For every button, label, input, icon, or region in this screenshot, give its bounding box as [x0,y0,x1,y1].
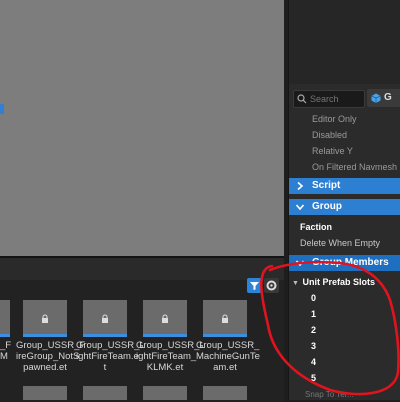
section-title: Script [312,180,341,191]
settings-button[interactable] [264,278,279,293]
chevron-down-icon [295,260,305,267]
slot-item[interactable]: 2 [311,325,316,335]
asset-tile[interactable] [83,386,127,400]
asset-tile[interactable]: Group_USSR_ MachineGunTe am.et [196,300,260,373]
search-icon [297,94,307,104]
prefab-button[interactable]: G [367,89,400,107]
lock-icon [162,314,168,323]
section-group[interactable]: Group [289,199,400,215]
lock-icon [222,314,228,323]
asset-thumbnail [203,300,247,337]
section-title: Group [312,201,342,212]
asset-thumbnail [143,300,187,337]
filter-icon [250,282,259,290]
asset-tile[interactable]: Group_USSR_F ireGroup_NotS pawned.et [16,300,86,373]
scene-viewport[interactable] [0,0,284,256]
slot-item[interactable]: 5 [311,373,316,383]
inspector-panel: G Editor Only Disabled Relative Y On Fil… [288,0,400,400]
asset-label: Group_USSR_L ightFireTeam.e t [76,340,145,373]
unit-prefab-slots-label: Unit Prefab Slots [302,277,376,287]
asset-tile[interactable]: Group_USSR_L ightFireTeam.e t [76,300,145,373]
search-input[interactable] [310,92,360,105]
asset-label: Group_USSR_L ightFireTeam_ KLMK.et [136,340,205,373]
asset-tile[interactable] [23,386,67,400]
slot-item[interactable]: 3 [311,341,316,351]
section-script[interactable]: Script [289,178,400,194]
asset-browser-toolbar [0,258,284,281]
asset-tile[interactable] [143,386,187,400]
asset-thumbnail [83,300,127,337]
chevron-down-icon [295,204,305,211]
property-editor-only[interactable]: Editor Only [312,114,357,124]
section-group-members[interactable]: Group Members [289,255,400,271]
cube-icon [371,93,381,103]
asset-thumbnail [23,300,67,337]
unit-prefab-slots-header[interactable]: ▼ Unit Prefab Slots [292,277,375,287]
property-disabled[interactable]: Disabled [312,130,347,140]
asset-tile[interactable]: Group_USSR_L ightFireTeam_ KLMK.et [136,300,205,373]
lock-icon [42,314,48,323]
search-field[interactable] [293,90,365,108]
property-on-filtered-navmesh[interactable]: On Filtered Navmesh [312,162,397,172]
gear-icon [266,280,277,291]
lock-icon [102,314,108,323]
asset-label: Group_USSR_F ireGroup_NotS pawned.et [16,340,86,373]
slot-item[interactable]: 4 [311,357,316,367]
delete-when-empty-field[interactable]: Delete When Empty [300,238,380,248]
faction-field[interactable]: Faction [300,222,332,232]
slot-item[interactable]: 0 [311,293,316,303]
prefab-button-label: G [384,92,392,103]
property-relative-y[interactable]: Relative Y [312,146,353,156]
panel-header-area [289,0,400,84]
cut-off-property: Snap To Ter... [305,390,354,399]
asset-label: Group_USSR_ MachineGunTe am.et [196,340,260,373]
section-title: Group Members [312,257,389,268]
gizmo-axis[interactable] [0,104,4,114]
asset-tile[interactable] [203,386,247,400]
chevron-right-icon [297,181,304,191]
filter-button[interactable] [247,278,262,293]
asset-thumbnail [0,300,10,337]
slot-item[interactable]: 1 [311,309,316,319]
triangle-down-icon: ▼ [292,280,299,287]
